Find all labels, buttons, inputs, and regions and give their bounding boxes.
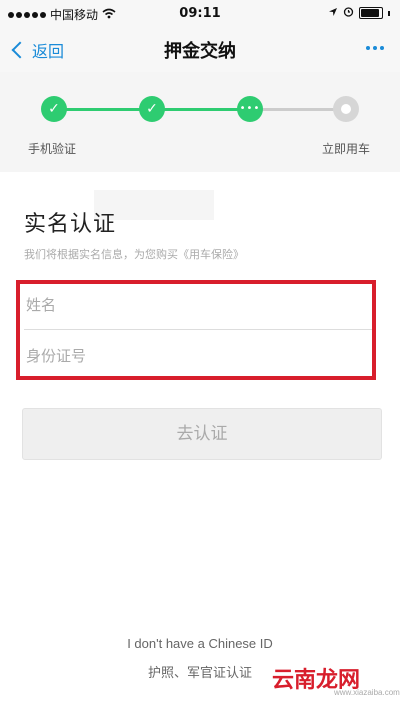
step-done-check-icon: ✓ bbox=[41, 96, 67, 122]
alarm-icon bbox=[343, 6, 354, 20]
id-number-field[interactable] bbox=[24, 334, 380, 378]
name-field[interactable] bbox=[24, 283, 380, 327]
location-icon bbox=[328, 6, 338, 20]
field-divider bbox=[24, 329, 372, 330]
battery-icon bbox=[359, 7, 383, 19]
page-title: 押金交纳 bbox=[164, 41, 236, 62]
step-current-icon: ••• bbox=[237, 96, 263, 122]
nav-bar: 返回 押金交纳 bbox=[0, 26, 400, 73]
step-label-phone: 手机验证 bbox=[28, 142, 77, 156]
id-number-input[interactable] bbox=[24, 334, 380, 378]
step-connector-pending bbox=[250, 108, 346, 111]
section-title: 实名认证 bbox=[24, 212, 117, 237]
step-label-ride: 立即用车 bbox=[322, 142, 371, 156]
more-dot-icon bbox=[366, 46, 370, 50]
no-chinese-id-link[interactable]: I don't have a Chinese ID bbox=[0, 636, 400, 651]
section-subtitle: 我们将根据实名信息，为您购买《用车保险》 bbox=[24, 248, 244, 261]
step-pending-icon bbox=[333, 96, 359, 122]
step-done-check-icon: ✓ bbox=[139, 96, 165, 122]
verify-button[interactable]: 去认证 bbox=[22, 408, 382, 460]
more-dot-icon bbox=[380, 46, 384, 50]
status-icons bbox=[328, 6, 390, 20]
battery-tip bbox=[388, 10, 390, 16]
progress-steps: ✓ ✓ ••• 手机验证 立即用车 bbox=[0, 72, 400, 220]
step-connector bbox=[54, 108, 152, 111]
watermark-url: www.xiazaiba.com bbox=[334, 688, 400, 697]
status-bar: 中国移动 09:11 bbox=[0, 0, 400, 26]
more-options-button[interactable] bbox=[366, 46, 384, 50]
watermark: 云南龙网 www.xiazaiba.com bbox=[248, 660, 400, 700]
more-dot-icon bbox=[373, 46, 377, 50]
step-connector bbox=[152, 108, 250, 111]
name-input[interactable] bbox=[24, 283, 380, 327]
